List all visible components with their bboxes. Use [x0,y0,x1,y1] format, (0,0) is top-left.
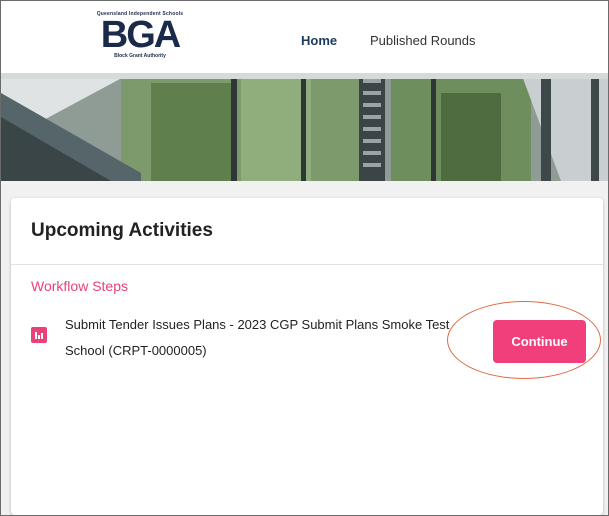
upcoming-activities-card: Upcoming Activities Workflow Steps Submi… [11,198,603,515]
workflow-step-text: Submit Tender Issues Plans - 2023 CGP Su… [65,317,450,358]
nav-published-rounds-link[interactable]: Published Rounds [370,33,476,48]
app-frame: Queensland Independent Schools BGA Block… [0,0,609,516]
logo-mark: BGA [100,14,181,56]
hero-banner-image [1,73,608,181]
card-title: Upcoming Activities [31,220,213,241]
nav-home-link[interactable]: Home [301,33,337,48]
site-header: Queensland Independent Schools BGA Block… [1,1,608,73]
hero-photo [1,73,608,181]
card-divider [11,264,603,265]
continue-button[interactable]: Continue [493,320,586,363]
bga-logo[interactable]: Queensland Independent Schools BGA Block… [94,11,186,67]
workflow-steps-label: Workflow Steps [31,278,128,294]
bar-chart-icon [31,327,47,343]
